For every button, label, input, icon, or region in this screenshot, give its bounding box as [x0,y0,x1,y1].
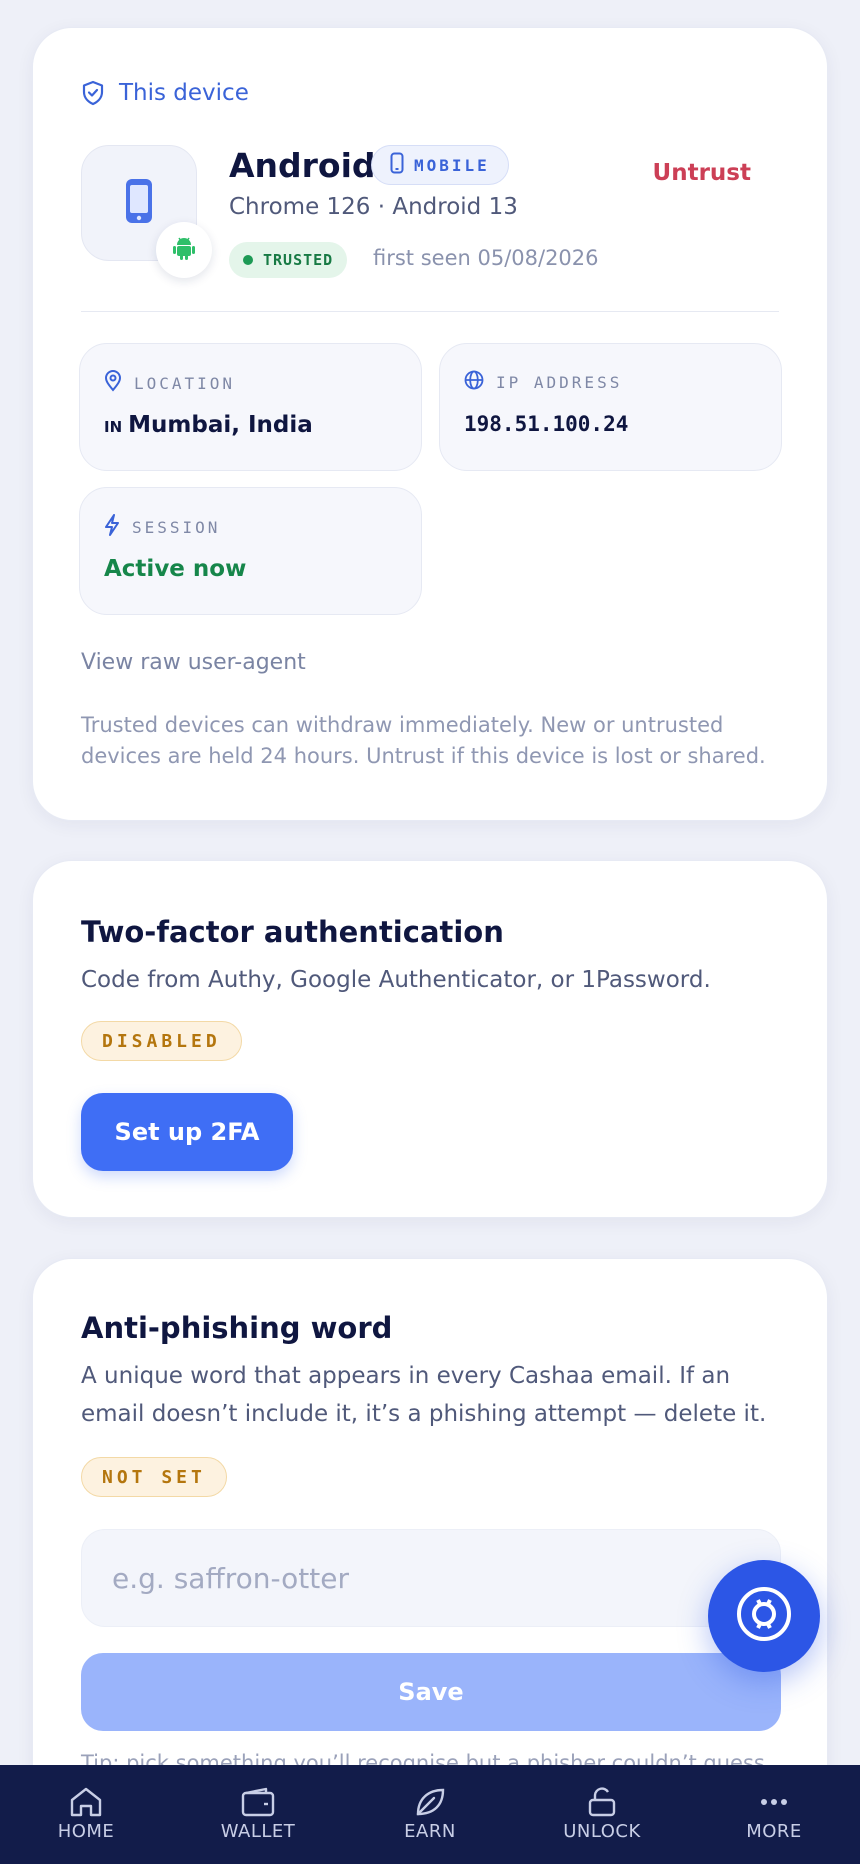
device-name: Android [229,146,376,185]
leaf-icon [412,1787,448,1817]
home-icon [68,1787,104,1817]
wallet-icon [240,1787,276,1817]
android-badge [156,222,212,278]
anti-phishing-description: A unique word that appears in every Cash… [81,1363,767,1427]
nav-earn-label: EARN [404,1821,456,1842]
two-factor-title: Two-factor authentication [81,915,504,949]
trusted-status-badge: TRUSTED [229,242,348,278]
nav-unlock[interactable]: UNLOCK [527,1787,677,1842]
status-dot [243,255,253,265]
unlock-icon [584,1787,620,1817]
anti-phishing-input[interactable] [81,1529,781,1627]
nav-more[interactable]: MORE [699,1787,849,1842]
trust-note: Trusted devices can withdraw immediately… [81,713,766,768]
untrust-button[interactable]: Untrust [653,160,751,186]
two-factor-status-badge: DISABLED [81,1021,242,1061]
device-subtitle: Chrome 126 · Android 13 [229,194,518,220]
first-seen-text: first seen 05/08/2026 [373,246,599,270]
lightning-icon [104,514,120,540]
device-type-badge: MOBILE [371,145,509,185]
device-section-label: This device [119,80,249,106]
smartphone-icon [124,177,154,229]
divider [81,311,779,312]
session-label: SESSION [132,517,221,537]
setup-2fa-button[interactable]: Set up 2FA [81,1093,293,1171]
nav-wallet[interactable]: WALLET [183,1787,333,1842]
device-type-label: MOBILE [414,155,490,175]
device-section-header: This device [81,80,249,106]
nav-home-label: HOME [57,1821,115,1842]
country-flag: IN [104,418,123,436]
anti-phishing-title: Anti-phishing word [81,1311,393,1345]
location-box: LOCATION IN Mumbai, India [79,343,422,471]
trusted-status-label: TRUSTED [263,251,334,269]
session-value: Active now [104,556,247,582]
location-value: Mumbai, India [128,412,313,438]
globe-icon [464,370,484,394]
location-pin-icon [104,370,122,396]
android-icon [172,235,196,265]
nav-earn[interactable]: EARN [355,1787,505,1842]
mobile-icon [390,152,404,178]
ip-address-box: IP ADDRESS 198.51.100.24 [439,343,782,471]
save-button[interactable]: Save [81,1653,781,1731]
security-page: This device Android MOBILE Untrust Chrom… [0,0,860,1864]
support-icon [735,1585,793,1647]
device-card: This device Android MOBILE Untrust Chrom… [32,27,828,821]
nav-home[interactable]: HOME [11,1787,161,1842]
nav-unlock-label: UNLOCK [563,1821,641,1842]
ip-label: IP ADDRESS [496,372,623,392]
more-dots-icon [756,1787,792,1817]
anti-phishing-status-badge: NOT SET [81,1457,227,1497]
shield-check-icon [81,80,105,106]
location-label: LOCATION [134,373,236,393]
location-value-row: IN Mumbai, India [104,412,313,438]
bottom-navigation: HOME WALLET EARN UNLOCK MORE [0,1765,860,1864]
view-raw-user-agent-link[interactable]: View raw user-agent [81,650,306,675]
support-fab-button[interactable] [708,1560,820,1672]
nav-wallet-label: WALLET [220,1821,296,1842]
nav-more-label: MORE [746,1821,802,1842]
ip-value: 198.51.100.24 [464,412,629,436]
session-box: SESSION Active now [79,487,422,615]
two-factor-card: Two-factor authentication Code from Auth… [32,860,828,1218]
two-factor-description: Code from Authy, Google Authenticator, o… [81,967,711,993]
